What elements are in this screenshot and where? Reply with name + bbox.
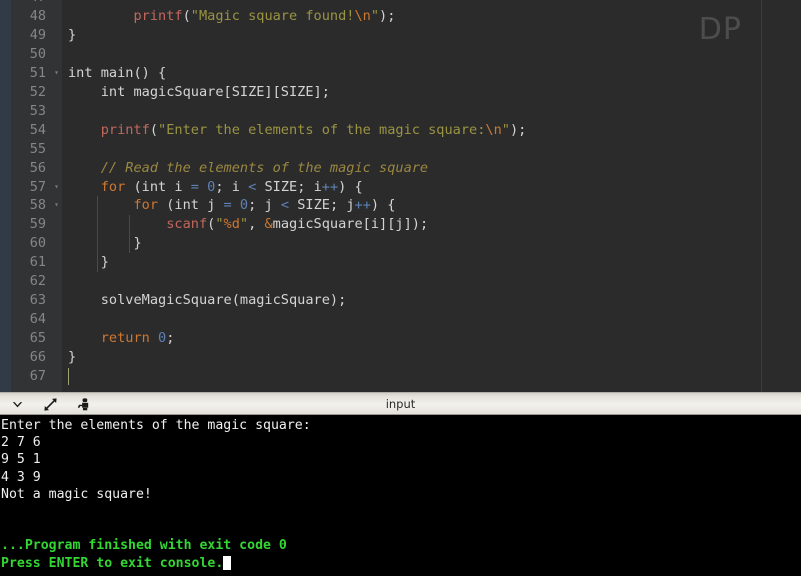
line-number: 66 — [29, 349, 46, 366]
code-line[interactable]: // Read the elements of the magic square — [62, 159, 801, 178]
console-system-line: ...Program finished with exit code 0 — [1, 537, 801, 554]
code-line[interactable]: } — [62, 348, 801, 367]
code-line[interactable]: printf("Enter the elements of the magic … — [62, 121, 801, 140]
collapse-console-button[interactable] — [8, 395, 27, 414]
code-line[interactable] — [62, 102, 801, 121]
code-line[interactable] — [62, 0, 801, 7]
line-number: 55 — [29, 140, 46, 157]
line-number: 54 — [29, 121, 46, 138]
code-line[interactable] — [62, 367, 801, 386]
line-number: 63 — [29, 292, 46, 309]
line-number: 67 — [29, 368, 46, 384]
printer-icon — [77, 398, 89, 411]
console-output-line: 2 7 6 — [1, 434, 801, 451]
ide-window: 4748 49 50 51▾52 53 54 55 56 57▾58▾59 60 61 62 63 64 6… — [0, 0, 801, 576]
code-line[interactable]: } — [62, 234, 801, 253]
line-number: 60 — [29, 235, 46, 252]
console-output-line — [1, 503, 801, 520]
chevron-down-icon — [12, 402, 23, 408]
code-line[interactable]: solveMagicSquare(magicSquare); — [62, 291, 801, 310]
console-line-text: 2 7 6 — [1, 435, 41, 451]
console-line-text: Not a magic square! — [1, 486, 152, 502]
line-number: 65 — [29, 330, 46, 347]
indent-guide — [129, 215, 130, 254]
indent-guide — [97, 196, 98, 273]
console-output-pane[interactable]: Enter the elements of the magic square: 2… — [0, 415, 801, 576]
console-line-text: Press ENTER to exit console. — [1, 555, 224, 571]
console-output-line: 4 3 9 — [1, 469, 801, 486]
line-number: 51 ▾ — [29, 64, 59, 83]
code-line[interactable] — [62, 310, 801, 329]
line-number: 47 — [11, 0, 62, 7]
console-toolbar: input — [0, 392, 801, 415]
line-number: 62 — [29, 273, 46, 290]
console-line-text — [1, 521, 9, 536]
line-number: 64 — [29, 311, 46, 328]
code-content-area[interactable]: printf("Magic square found!\n");} int mai… — [62, 0, 801, 392]
maximize-console-button[interactable] — [41, 395, 60, 414]
code-line[interactable]: } — [62, 253, 801, 272]
console-output-line: Not a magic square! — [1, 486, 801, 503]
code-line[interactable]: } — [62, 26, 801, 45]
code-line[interactable]: printf("Magic square found!\n"); — [62, 7, 801, 26]
fold-toggle-icon[interactable]: ▾ — [54, 178, 59, 197]
editor-overview-ruler[interactable] — [0, 0, 11, 392]
line-number: 61 — [29, 254, 46, 271]
line-number: 57 ▾ — [29, 178, 59, 197]
clear-console-button[interactable] — [74, 395, 93, 414]
code-line[interactable] — [62, 272, 801, 291]
console-line-text: ...Program finished with exit code 0 — [1, 538, 287, 554]
console-output-line: 9 5 1 — [1, 451, 801, 468]
fold-toggle-icon[interactable]: ▾ — [54, 196, 59, 215]
code-line[interactable] — [62, 140, 801, 159]
code-line[interactable]: for (int i = 0; i < SIZE; i++) { — [62, 178, 801, 197]
console-line-text: 4 3 9 — [1, 469, 41, 485]
line-number: 56 — [29, 159, 46, 176]
text-caret — [68, 368, 69, 385]
line-number: 53 — [29, 102, 46, 119]
code-line[interactable]: scanf("%d", &magicSquare[i][j]); — [62, 215, 801, 234]
console-title: input — [385, 397, 416, 411]
line-number: 48 — [29, 7, 46, 24]
console-output-line — [1, 520, 801, 537]
code-line[interactable]: return 0; — [62, 329, 801, 348]
print-margin-guide — [761, 0, 762, 392]
line-number-gutter[interactable]: 4748 49 50 51▾52 53 54 55 56 57▾58▾59 60 61 62 63 64 6… — [11, 0, 62, 392]
code-line[interactable]: int magicSquare[SIZE][SIZE]; — [62, 83, 801, 102]
line-number: 59 — [29, 216, 46, 233]
line-number: 58 ▾ — [29, 196, 59, 215]
line-number: 52 — [29, 83, 46, 100]
code-line[interactable]: int main() { — [62, 64, 801, 83]
console-line-text: Enter the elements of the magic square: — [1, 418, 311, 433]
console-system-line: Press ENTER to exit console. — [1, 555, 801, 572]
console-line-text — [1, 504, 9, 519]
expand-arrows-icon — [44, 398, 57, 411]
console-output-line: Enter the elements of the magic square: — [1, 417, 801, 434]
code-line[interactable]: for (int j = 0; j < SIZE; j++) { — [62, 196, 801, 215]
code-editor[interactable]: 4748 49 50 51▾52 53 54 55 56 57▾58▾59 60 61 62 63 64 6… — [0, 0, 801, 392]
line-number: 49 — [29, 26, 46, 43]
console-cursor — [223, 555, 232, 570]
fold-toggle-icon[interactable]: ▾ — [54, 64, 59, 83]
console-toolbar-buttons — [8, 393, 93, 416]
code-line[interactable] — [62, 45, 801, 64]
line-number: 50 — [29, 45, 46, 62]
console-line-text: 9 5 1 — [1, 452, 41, 468]
